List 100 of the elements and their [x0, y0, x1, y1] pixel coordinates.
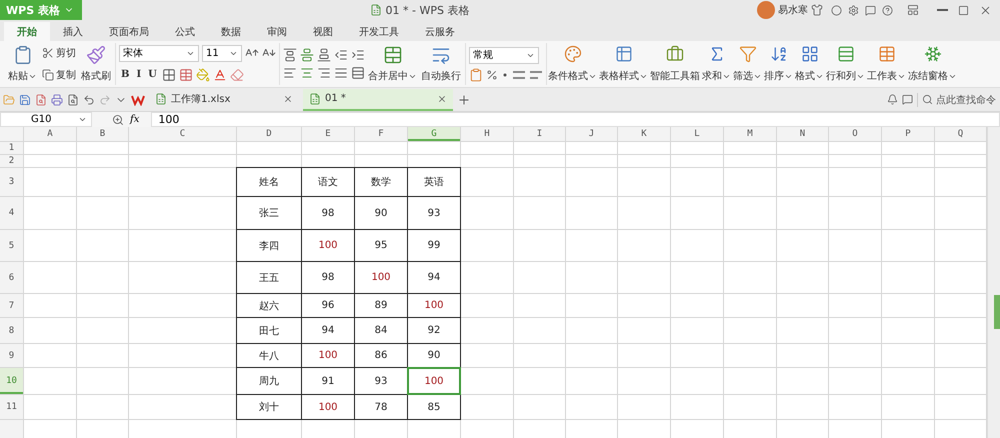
name-box[interactable]: G10: [0, 112, 92, 127]
ribbon-tab[interactable]: 开始: [4, 22, 50, 41]
column-header[interactable]: K: [618, 127, 670, 141]
table-cell[interactable]: 98: [302, 262, 354, 293]
ribbon-tab[interactable]: 云服务: [412, 22, 468, 41]
row-header[interactable]: 7: [0, 294, 23, 317]
number-format-field[interactable]: 常规: [469, 46, 539, 64]
minimize-icon[interactable]: [937, 9, 948, 11]
document-tab[interactable]: 01 *: [303, 88, 453, 110]
row-header[interactable]: 9: [0, 344, 23, 367]
table-cell[interactable]: 93: [355, 368, 407, 394]
copy-button[interactable]: 复制: [40, 66, 78, 84]
ribbon-button[interactable]: 冻结窗格: [907, 43, 958, 85]
table-cell[interactable]: 100: [302, 395, 354, 419]
ribbon-tab[interactable]: 审阅: [254, 22, 300, 41]
table-cell[interactable]: 90: [408, 344, 460, 367]
column-header[interactable]: J: [566, 127, 617, 141]
column-header[interactable]: N: [777, 127, 828, 141]
table-cell[interactable]: 89: [355, 294, 407, 317]
font-style-button[interactable]: I: [134, 66, 144, 84]
table-cell[interactable]: 牛八: [237, 344, 301, 367]
table-cell[interactable]: 92: [408, 318, 460, 343]
ribbon-button[interactable]: 智能工具箱: [649, 43, 701, 85]
table-cell[interactable]: 90: [355, 197, 407, 229]
ribbon-button[interactable]: 排序: [763, 43, 794, 85]
ribbon-button[interactable]: 表格样式: [598, 43, 649, 85]
table-cell[interactable]: 85: [408, 395, 460, 419]
column-header[interactable]: Q: [935, 127, 986, 141]
table-cell[interactable]: 100: [302, 344, 354, 367]
font-style-button[interactable]: U: [146, 66, 159, 84]
column-header[interactable]: L: [671, 127, 723, 141]
wrap-text-button[interactable]: 自动换行: [420, 43, 462, 85]
table-cell[interactable]: 100: [302, 230, 354, 261]
ribbon-button[interactable]: 格式: [794, 43, 825, 85]
format-painter-button[interactable]: 格式刷: [80, 43, 112, 85]
table-cell[interactable]: 95: [355, 230, 407, 261]
table-cell[interactable]: 86: [355, 344, 407, 367]
function-label[interactable]: fx: [130, 114, 140, 125]
table-cell[interactable]: 100: [408, 294, 460, 317]
table-cell[interactable]: 96: [302, 294, 354, 317]
table-cell[interactable]: 98: [302, 197, 354, 229]
column-header[interactable]: P: [882, 127, 934, 141]
column-header[interactable]: H: [461, 127, 513, 141]
font-name-field[interactable]: 宋体: [119, 44, 199, 62]
ribbon-tab[interactable]: 视图: [300, 22, 346, 41]
row-header[interactable]: 4: [0, 197, 23, 229]
column-header[interactable]: G: [408, 127, 460, 141]
paste-button[interactable]: 粘贴: [7, 43, 38, 85]
row-header[interactable]: 11: [0, 395, 23, 419]
column-header[interactable]: I: [514, 127, 565, 141]
column-header[interactable]: C: [129, 127, 236, 141]
column-header[interactable]: E: [302, 127, 354, 141]
table-cell[interactable]: 周九: [237, 368, 301, 394]
table-cell[interactable]: 78: [355, 395, 407, 419]
table-cell[interactable]: 93: [408, 197, 460, 229]
table-cell[interactable]: 100: [355, 262, 407, 293]
ribbon-tab[interactable]: 页面布局: [96, 22, 162, 41]
row-header[interactable]: 10: [0, 368, 23, 394]
ribbon-button[interactable]: 工作表: [866, 43, 907, 85]
row-header[interactable]: 8: [0, 318, 23, 343]
table-cell[interactable]: 84: [355, 318, 407, 343]
vertical-scrollbar[interactable]: [987, 127, 1000, 438]
table-cell[interactable]: 张三: [237, 197, 301, 229]
table-cell[interactable]: 94: [408, 262, 460, 293]
table-cell[interactable]: 李四: [237, 230, 301, 261]
formula-field[interactable]: 100: [151, 112, 1000, 127]
table-cell[interactable]: 田七: [237, 318, 301, 343]
column-header[interactable]: A: [24, 127, 76, 141]
row-header[interactable]: 1: [0, 142, 23, 154]
font-style-button[interactable]: B: [119, 66, 132, 84]
table-cell[interactable]: 94: [302, 318, 354, 343]
table-cell[interactable]: 赵六: [237, 294, 301, 317]
row-header[interactable]: 3: [0, 168, 23, 196]
table-cell[interactable]: 99: [408, 230, 460, 261]
ribbon-button[interactable]: 求和: [701, 43, 732, 85]
font-size-field[interactable]: 11: [202, 44, 242, 62]
document-tab[interactable]: 工作簿1.xlsx: [149, 88, 299, 110]
row-header[interactable]: 2: [0, 155, 23, 167]
column-header[interactable]: O: [829, 127, 881, 141]
table-cell[interactable]: 刘十: [237, 395, 301, 419]
table-cell[interactable]: 91: [302, 368, 354, 394]
row-header[interactable]: 6: [0, 262, 23, 293]
ribbon-tab[interactable]: 数据: [208, 22, 254, 41]
table-cell[interactable]: 100: [408, 368, 460, 394]
column-header[interactable]: M: [724, 127, 776, 141]
column-header[interactable]: B: [77, 127, 128, 141]
ribbon-tab[interactable]: 公式: [162, 22, 208, 41]
table-cell[interactable]: 王五: [237, 262, 301, 293]
ribbon-tab[interactable]: 开发工具: [346, 22, 412, 41]
row-header[interactable]: 5: [0, 230, 23, 261]
ribbon-button[interactable]: 筛选: [732, 43, 763, 85]
ribbon-button[interactable]: 条件格式: [547, 43, 598, 85]
column-header[interactable]: F: [355, 127, 407, 141]
column-header[interactable]: D: [237, 127, 301, 141]
ribbon-button[interactable]: 行和列: [825, 43, 866, 85]
command-search-field[interactable]: 点此查找命令: [917, 92, 1000, 106]
select-all-corner[interactable]: [0, 127, 23, 141]
ribbon-tab[interactable]: 插入: [50, 22, 96, 41]
merge-center-button[interactable]: 合并居中: [367, 43, 418, 85]
cut-button[interactable]: 剪切: [40, 44, 78, 62]
